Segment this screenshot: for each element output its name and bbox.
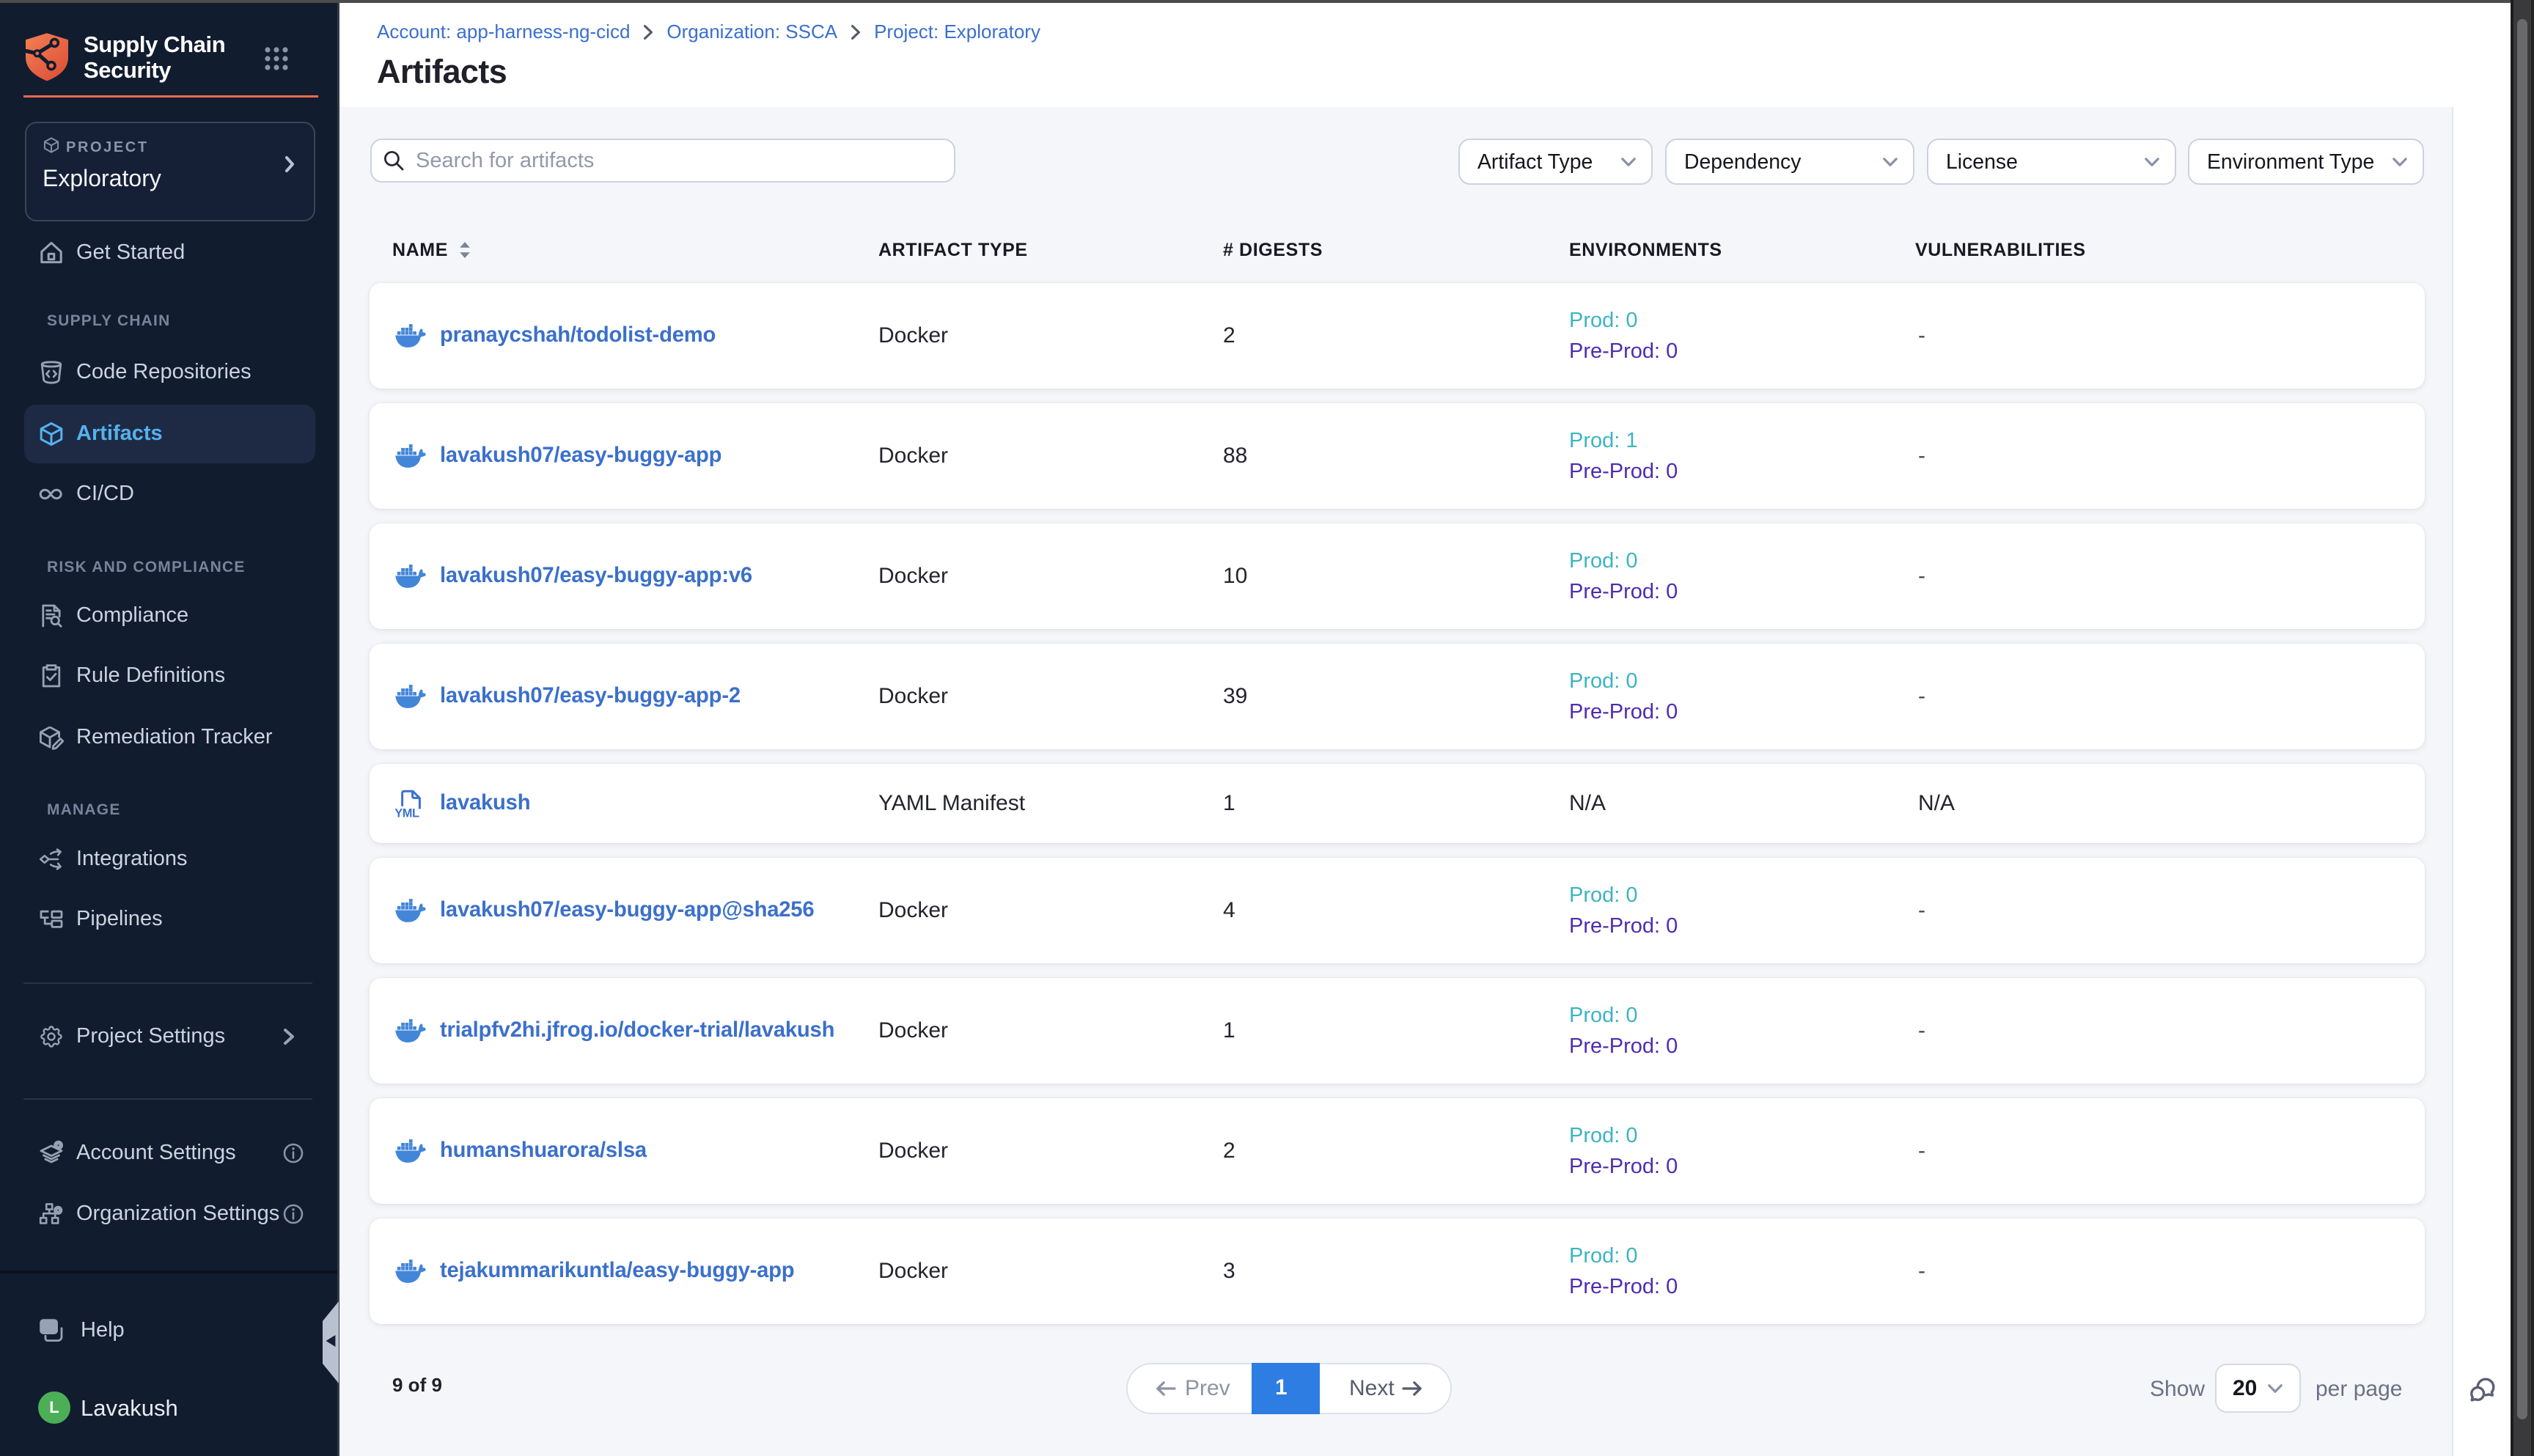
svg-text:YML: YML xyxy=(394,807,419,820)
svg-text:?: ? xyxy=(45,1321,52,1334)
